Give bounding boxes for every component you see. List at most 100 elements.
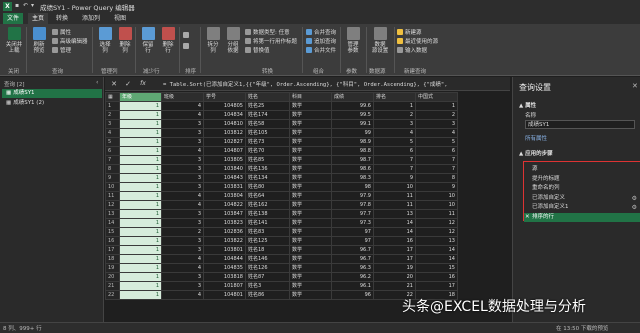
table-cell[interactable]: 姓名146 [245, 254, 290, 264]
table-cell[interactable]: 姓名58 [245, 119, 290, 129]
table-cell[interactable]: 数学 [289, 236, 332, 246]
table-cell[interactable]: 1 [119, 272, 162, 282]
table-row[interactable]: 5 1 3 102827 姓名73 数学 98.9 5 5 [105, 137, 458, 147]
table-cell[interactable]: 3 [161, 182, 204, 192]
sort-ascending-button[interactable] [183, 32, 191, 40]
split-column-button[interactable]: 拆分 列 [202, 27, 224, 54]
table-cell[interactable]: 3 [161, 155, 204, 165]
applied-step[interactable]: 提升的标题 [524, 175, 640, 184]
table-cell[interactable]: 5 [415, 137, 458, 147]
table-cell[interactable]: 姓名86 [245, 290, 290, 300]
table-row[interactable]: 16 1 3 103822 姓名125 数学 97 16 13 [105, 236, 458, 246]
close-apply-button[interactable]: 关闭并 上载 [3, 27, 25, 54]
advanced-editor-button[interactable]: 高级编辑器 [52, 38, 88, 46]
table-cell[interactable]: 1 [119, 200, 162, 210]
column-header[interactable]: 学号 [203, 92, 246, 102]
table-cell[interactable]: 14 [373, 227, 416, 237]
table-cell[interactable]: 数学 [289, 110, 332, 120]
table-cell[interactable]: 3 [161, 236, 204, 246]
column-header[interactable]: 成绩 [331, 92, 374, 102]
table-cell[interactable]: 数学 [289, 281, 332, 291]
tab-home[interactable]: 主页 [28, 13, 48, 24]
table-row[interactable]: 8 1 3 103840 姓名136 数学 98.6 7 7 [105, 164, 458, 174]
table-cell[interactable]: 1 [119, 101, 162, 111]
table-cell[interactable]: 103804 [203, 191, 246, 201]
table-cell[interactable]: 姓名80 [245, 182, 290, 192]
applied-step[interactable]: 已添加自定义 ⚙ [524, 194, 640, 203]
table-cell[interactable]: 1 [119, 182, 162, 192]
table-cell[interactable]: 3 [161, 137, 204, 147]
table-cell[interactable]: 1 [119, 173, 162, 183]
table-cell[interactable]: 4 [415, 128, 458, 138]
table-cell[interactable]: 97.9 [331, 191, 374, 201]
table-cell[interactable]: 1 [119, 254, 162, 264]
table-cell[interactable]: 数学 [289, 155, 332, 165]
table-cell[interactable]: 17 [373, 245, 416, 255]
table-row[interactable]: 17 1 3 103801 姓名18 数学 96.7 17 14 [105, 245, 458, 255]
remove-columns-button[interactable]: 删除 列 [114, 27, 136, 54]
refresh-preview-button[interactable]: 刷新 预览 [28, 27, 50, 54]
table-row[interactable]: 21 1 3 101807 姓名3 数学 96.1 21 17 [105, 281, 458, 291]
manage-parameters-button[interactable]: 管理 参数 [341, 27, 365, 54]
table-cell[interactable]: 1 [119, 137, 162, 147]
table-cell[interactable]: 5 [373, 137, 416, 147]
applied-step[interactable]: 排序的行 ✕ [524, 212, 640, 222]
remove-rows-button[interactable]: 删除 行 [157, 27, 179, 54]
table-cell[interactable]: 11 [373, 191, 416, 201]
table-cell[interactable]: 98.9 [331, 137, 374, 147]
table-cell[interactable]: 数学 [289, 263, 332, 273]
table-cell[interactable]: 3 [373, 119, 416, 129]
table-cell[interactable]: 103812 [203, 128, 246, 138]
table-cell[interactable]: 数学 [289, 137, 332, 147]
column-header[interactable]: 科目 [289, 92, 332, 102]
table-cell[interactable]: 7 [415, 155, 458, 165]
table-cell[interactable]: 数学 [289, 272, 332, 282]
table-cell[interactable]: 1 [119, 164, 162, 174]
table-cell[interactable]: 姓名125 [245, 236, 290, 246]
table-row[interactable]: 10 1 3 103831 姓名80 数学 98 10 9 [105, 182, 458, 192]
table-cell[interactable]: 9 [415, 182, 458, 192]
table-cell[interactable]: 97.7 [331, 209, 374, 219]
table-cell[interactable]: 10 [415, 191, 458, 201]
query-item-sy1[interactable]: ▦ 成绩SY1 [2, 89, 102, 98]
table-cell[interactable]: 103847 [203, 209, 246, 219]
table-cell[interactable]: 13 [373, 209, 416, 219]
table-cell[interactable]: 103840 [203, 164, 246, 174]
table-cell[interactable]: 2 [373, 110, 416, 120]
table-cell[interactable]: 4 [373, 128, 416, 138]
table-cell[interactable]: 姓名162 [245, 200, 290, 210]
table-cell[interactable]: 104835 [203, 263, 246, 273]
table-cell[interactable]: 103822 [203, 236, 246, 246]
table-cell[interactable]: 11 [373, 200, 416, 210]
table-cell[interactable]: 104807 [203, 146, 246, 156]
column-header[interactable]: 中国式 [415, 92, 458, 102]
table-cell[interactable]: 96.7 [331, 254, 374, 264]
all-properties-link[interactable]: 所有属性 [525, 134, 547, 142]
table-cell[interactable]: 数学 [289, 209, 332, 219]
table-cell[interactable]: 1 [119, 146, 162, 156]
query-name-input[interactable]: 成绩SY1 [525, 120, 635, 129]
table-corner[interactable]: ▦ [105, 92, 120, 102]
table-row[interactable]: 6 1 4 104807 姓名70 数学 98.8 6 6 [105, 146, 458, 156]
table-cell[interactable]: 1 [119, 245, 162, 255]
gear-icon[interactable]: ⚙ [632, 194, 637, 203]
table-cell[interactable]: 97 [331, 227, 374, 237]
table-cell[interactable]: 13 [415, 236, 458, 246]
table-cell[interactable]: 103818 [203, 272, 246, 282]
table-cell[interactable]: 1 [119, 155, 162, 165]
table-cell[interactable]: 4 [161, 290, 204, 300]
combine-files-button[interactable]: 合并文件 [306, 47, 336, 55]
table-cell[interactable]: 7 [373, 155, 416, 165]
table-cell[interactable]: 8 [415, 173, 458, 183]
table-row[interactable]: 4 1 3 103812 姓名105 数学 99 4 4 [105, 128, 458, 138]
table-cell[interactable]: 10 [415, 200, 458, 210]
table-cell[interactable]: 1 [119, 227, 162, 237]
table-row[interactable]: 3 1 3 104810 姓名58 数学 99.1 3 3 [105, 119, 458, 129]
table-cell[interactable]: 103823 [203, 218, 246, 228]
table-cell[interactable]: 1 [415, 101, 458, 111]
table-row[interactable]: 13 1 3 103847 姓名138 数学 97.7 13 11 [105, 209, 458, 219]
table-cell[interactable]: 14 [415, 254, 458, 264]
table-cell[interactable]: 4 [161, 263, 204, 273]
table-cell[interactable]: 姓名3 [245, 281, 290, 291]
table-cell[interactable]: 数学 [289, 290, 332, 300]
